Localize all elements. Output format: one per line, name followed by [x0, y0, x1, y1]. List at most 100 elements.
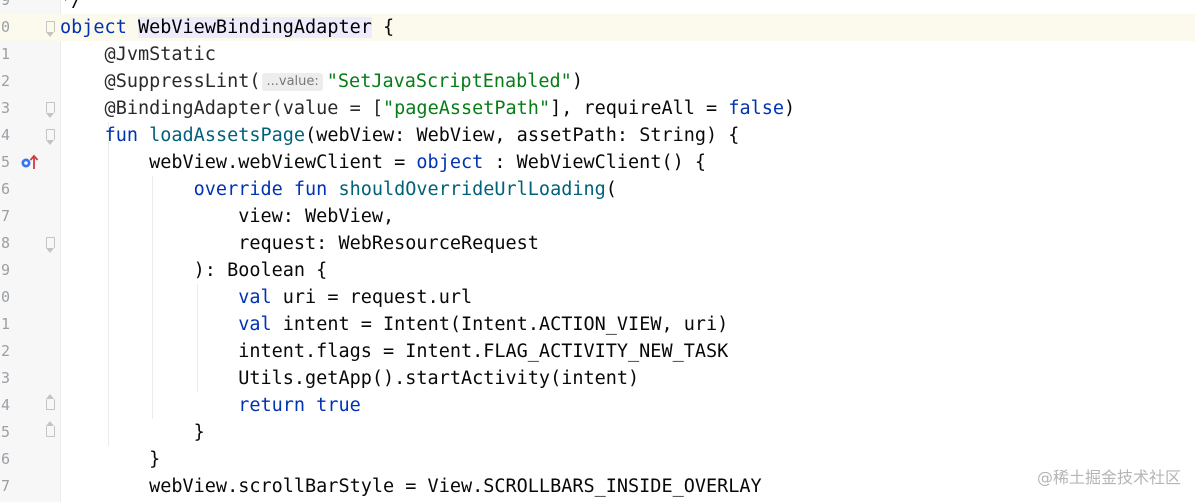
code-token: uri = request.url: [271, 287, 473, 308]
code-line[interactable]: 8 request: WebResourceRequest: [0, 230, 1195, 257]
code-text: override fun shouldOverrideUrlLoading(: [60, 176, 617, 203]
code-line[interactable]: 4 return true: [0, 392, 1195, 419]
code-token: webView.webViewClient =: [60, 152, 417, 173]
line-number: 8: [0, 234, 10, 252]
code-token: ): [784, 98, 796, 119]
code-line[interactable]: 2 intent.flags = Intent.FLAG_ACTIVITY_NE…: [0, 338, 1195, 365]
code-text: }: [60, 446, 160, 473]
code-token: ], requireAll =: [550, 98, 729, 119]
code-line[interactable]: 9 */: [0, 0, 1195, 14]
code-text: }: [60, 419, 205, 446]
code-line[interactable]: 5 }: [0, 419, 1195, 446]
code-token: override fun: [193, 179, 328, 200]
line-number: 4: [0, 396, 10, 414]
line-number: 9: [0, 261, 10, 279]
code-token: : WebViewClient() {: [483, 152, 707, 173]
code-token: intent = Intent(Intent.ACTION_VIEW, uri): [271, 314, 729, 335]
fold-marker-icon[interactable]: [46, 237, 55, 253]
code-line[interactable]: 3 @BindingAdapter(value = ["pageAssetPat…: [0, 95, 1195, 122]
code-token: {: [371, 17, 395, 38]
code-line[interactable]: 5 webView.webViewClient = object : WebVi…: [0, 149, 1195, 176]
code-text: webView.scrollBarStyle = View.SCROLLBARS…: [60, 473, 762, 500]
code-text: intent.flags = Intent.FLAG_ACTIVITY_NEW_…: [60, 338, 728, 365]
code-token: object: [416, 152, 484, 173]
code-text: webView.webViewClient = object : WebView…: [60, 149, 706, 176]
line-number: 1: [0, 315, 10, 333]
override-method-icon[interactable]: [20, 154, 40, 171]
code-line[interactable]: 9 ): Boolean {: [0, 257, 1195, 284]
code-line[interactable]: 7 view: WebView,: [0, 203, 1195, 230]
code-text: @JvmStatic: [60, 41, 216, 68]
code-token: (: [605, 179, 617, 200]
fold-marker-icon[interactable]: [46, 21, 55, 37]
code-text: val uri = request.url: [60, 284, 472, 311]
code-text: val intent = Intent(Intent.ACTION_VIEW, …: [60, 311, 728, 338]
code-line[interactable]: 6 override fun shouldOverrideUrlLoading(: [0, 176, 1195, 203]
line-number: 5: [0, 153, 10, 171]
line-number: 5: [0, 423, 10, 441]
code-token: Utils.getApp().startActivity(intent): [60, 368, 640, 389]
code-line[interactable]: 0 object WebViewBindingAdapter {: [0, 14, 1195, 41]
code-token: val: [238, 314, 272, 335]
code-token: object: [60, 17, 127, 38]
fold-marker-icon[interactable]: [46, 102, 55, 118]
code-token: @SuppressLint(: [60, 71, 261, 92]
code-token: }: [60, 422, 205, 443]
code-token: val: [238, 287, 272, 308]
code-line[interactable]: 7 webView.scrollBarStyle = View.SCROLLBA…: [0, 473, 1195, 500]
code-token: (webView: WebView, assetPath: String) {: [305, 125, 740, 146]
line-number: 2: [0, 342, 10, 360]
code-token: intent.flags = Intent.FLAG_ACTIVITY_NEW_…: [60, 341, 729, 362]
code-line[interactable]: 1 val intent = Intent(Intent.ACTION_VIEW…: [0, 311, 1195, 338]
code-token: }: [60, 449, 161, 470]
code-text: view: WebView,: [60, 203, 394, 230]
code-token: request: WebResourceRequest: [60, 233, 539, 254]
line-number: 0: [0, 288, 10, 306]
line-number: 7: [0, 477, 10, 495]
code-token: loadAssetsPage: [149, 125, 306, 146]
code-token: "SetJavaScriptEnabled": [326, 71, 572, 92]
code-token: false: [728, 98, 785, 119]
line-number: 2: [0, 72, 10, 90]
code-text: @BindingAdapter(value = ["pageAssetPath"…: [60, 95, 796, 122]
code-line[interactable]: 1 @JvmStatic: [0, 41, 1195, 68]
code-line[interactable]: 4 fun loadAssetsPage(webView: WebView, a…: [0, 122, 1195, 149]
code-token: shouldOverrideUrlLoading: [338, 179, 606, 200]
code-token: @BindingAdapter(value = [: [60, 98, 384, 119]
code-text: ): Boolean {: [60, 257, 328, 284]
line-number: 6: [0, 180, 10, 198]
fold-marker-icon[interactable]: [46, 129, 55, 145]
parameter-hint: ...value:: [262, 73, 323, 91]
code-token: ): [571, 71, 583, 92]
code-line[interactable]: 2 @SuppressLint(...value: "SetJavaScriptE…: [0, 68, 1195, 95]
code-token: "pageAssetPath": [383, 98, 551, 119]
code-line[interactable]: 3 Utils.getApp().startActivity(intent): [0, 365, 1195, 392]
line-number: 3: [0, 99, 10, 117]
line-number: 9: [0, 0, 10, 9]
code-text: object WebViewBindingAdapter {: [60, 14, 394, 41]
code-text: @SuppressLint(...value: "SetJavaScriptEna…: [60, 68, 583, 95]
code-token: ): Boolean {: [60, 260, 328, 281]
line-number: 4: [0, 126, 10, 144]
code-text: */: [60, 0, 82, 14]
code-token: return true: [238, 395, 361, 416]
code-token: WebViewBindingAdapter: [137, 17, 372, 38]
code-line[interactable]: 0 val uri = request.url: [0, 284, 1195, 311]
line-number: 3: [0, 369, 10, 387]
line-number: 0: [0, 18, 10, 36]
fold-marker-icon[interactable]: [46, 394, 55, 410]
line-number: 6: [0, 450, 10, 468]
code-token: webView.scrollBarStyle = View.SCROLLBARS…: [60, 476, 762, 497]
code-line[interactable]: 6 }: [0, 446, 1195, 473]
fold-marker-icon[interactable]: [46, 421, 55, 437]
code-token: view: WebView,: [60, 206, 395, 227]
code-text: return true: [60, 392, 361, 419]
line-number: 7: [0, 207, 10, 225]
